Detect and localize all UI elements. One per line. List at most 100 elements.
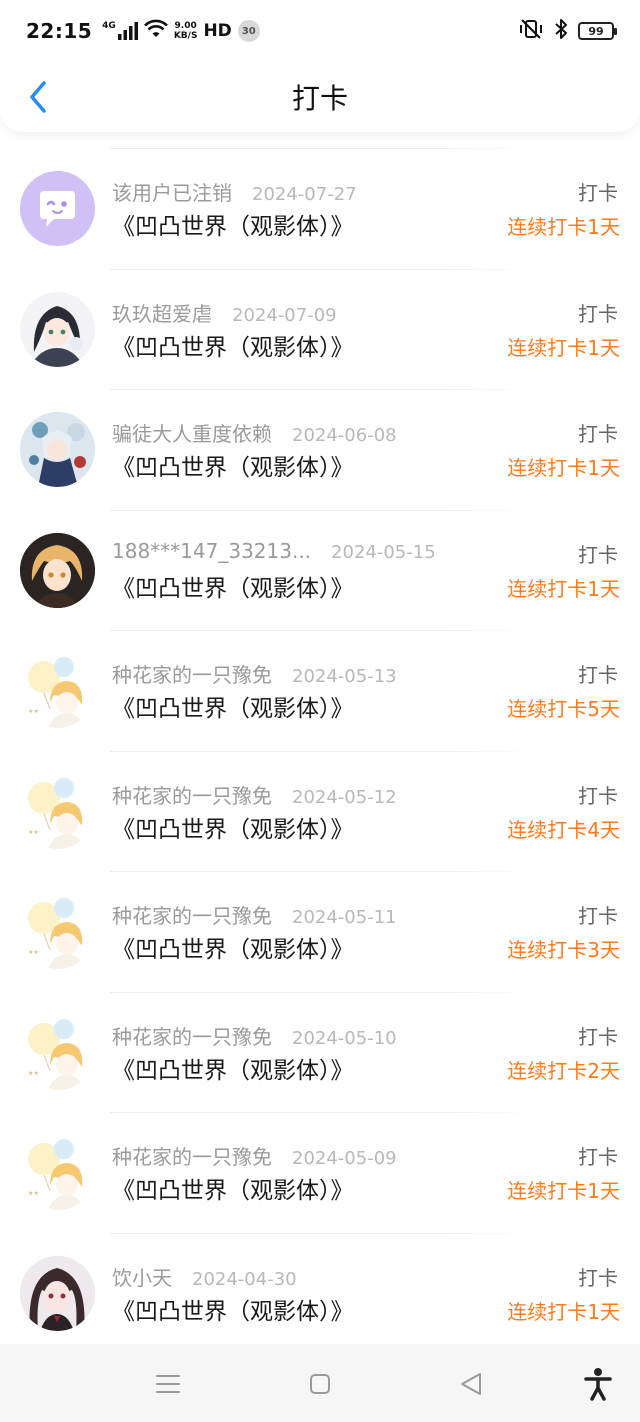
signal-icon: 4G — [102, 22, 138, 40]
status-right: 99 — [518, 18, 617, 44]
user-name[interactable]: 种花家的一只豫免 — [112, 780, 272, 809]
checkin-date: 2024-04-30 — [192, 1268, 297, 1290]
row-meta: 种花家的一只豫免 2024-05-10 — [112, 1021, 397, 1050]
book-title[interactable]: 《凹凸世界（观影体）》 — [112, 207, 354, 241]
checkin-date: 2024-07-09 — [232, 304, 337, 326]
action-label: 打卡 — [578, 1145, 618, 1169]
svg-text:★★: ★★ — [28, 1070, 39, 1077]
book-title[interactable]: 《凹凸世界（观影体）》 — [112, 1171, 354, 1205]
book-title[interactable]: 《凹凸世界（观影体）》 — [112, 810, 354, 844]
back-button[interactable] — [18, 76, 58, 118]
notification-badge: 30 — [237, 20, 260, 42]
user-name[interactable]: 种花家的一只豫免 — [112, 1141, 272, 1170]
checkin-row[interactable]: ★★ 种花家的一只豫免 2024-05-12 《凹凸世界（观影体）》 打卡 连续… — [0, 752, 640, 872]
svg-text:★★: ★★ — [28, 829, 39, 836]
streak-label: 连续打卡1天 — [507, 456, 620, 480]
checkin-row[interactable]: 饮小天 2024-04-30 《凹凸世界（观影体）》 打卡 连续打卡1天 — [0, 1234, 640, 1354]
checkin-date: 2024-05-09 — [292, 1148, 397, 1169]
user-name[interactable]: 骗徒大人重度依赖 — [112, 418, 272, 447]
action-label: 打卡 — [578, 1265, 618, 1290]
action-label: 打卡 — [578, 1024, 618, 1049]
balloon-boy-avatar[interactable]: ★★ — [20, 894, 95, 969]
book-title[interactable]: 《凹凸世界（观影体）》 — [112, 1292, 354, 1326]
balloon-boy-avatar[interactable]: ★★ — [20, 653, 95, 728]
book-title[interactable]: 《凹凸世界（观影体）》 — [112, 569, 354, 603]
action-label: 打卡 — [578, 301, 618, 326]
book-title[interactable]: 《凹凸世界（观影体）》 — [112, 689, 354, 723]
balloon-boy-avatar[interactable]: ★★ — [20, 1135, 95, 1210]
user-name[interactable]: 种花家的一只豫免 — [112, 900, 272, 929]
row-meta: 种花家的一只豫免 2024-05-13 — [112, 659, 397, 688]
checkin-row[interactable]: ★★ 种花家的一只豫免 2024-05-10 《凹凸世界（观影体）》 打卡 连续… — [0, 993, 640, 1113]
checkin-date: 2024-06-08 — [292, 425, 397, 446]
checkin-row[interactable]: 该用户已注销 2024-07-27 《凹凸世界（观影体）》 打卡 连续打卡1天 — [0, 149, 640, 269]
checkin-row[interactable]: 骗徒大人重度依赖 2024-06-08 《凹凸世界（观影体）》 打卡 连续打卡1… — [0, 390, 640, 510]
book-title[interactable]: 《凹凸世界（观影体）》 — [112, 448, 354, 482]
action-label: 打卡 — [578, 542, 618, 567]
header: 打卡 — [0, 62, 640, 132]
dark-hair-girl-avatar[interactable] — [20, 1255, 95, 1331]
speed-unit: KB/S — [173, 31, 198, 41]
checkin-date: 2024-05-12 — [292, 786, 397, 808]
battery-icon: 99 — [578, 22, 617, 40]
row-meta: 种花家的一只豫免 2024-05-12 — [112, 780, 397, 809]
page-title: 打卡 — [291, 82, 348, 115]
user-name[interactable]: 玖玖超爱虐 — [112, 298, 212, 327]
row-meta: 骗徒大人重度依赖 2024-06-08 — [112, 418, 397, 447]
user-name[interactable]: 188***147_33213... — [112, 539, 311, 563]
action-label: 打卡 — [578, 663, 618, 687]
streak-label: 连续打卡2天 — [507, 1058, 620, 1083]
home-button[interactable] — [302, 1366, 338, 1402]
user-name[interactable]: 该用户已注销 — [112, 177, 232, 206]
checkin-date: 2024-05-13 — [292, 666, 397, 687]
user-name[interactable]: 种花家的一只豫免 — [112, 659, 272, 688]
network-speed: 9.00 KB/S — [174, 21, 198, 41]
checkin-row[interactable]: ★★ 种花家的一只豫免 2024-05-09 《凹凸世界（观影体）》 打卡 连续… — [0, 1113, 640, 1233]
svg-text:★★: ★★ — [28, 1190, 39, 1197]
status-time: 22:15 — [26, 19, 93, 43]
checkin-date: 2024-05-15 — [331, 541, 436, 563]
book-title[interactable]: 《凹凸世界（观影体）》 — [112, 1051, 354, 1085]
streak-label: 连续打卡3天 — [507, 938, 620, 962]
balloon-boy-avatar[interactable]: ★★ — [20, 773, 95, 849]
row-meta: 188***147_33213... 2024-05-15 — [112, 539, 436, 563]
anime-character-avatar[interactable] — [20, 412, 95, 487]
user-name[interactable]: 种花家的一只豫免 — [112, 1021, 272, 1050]
user-name[interactable]: 饮小天 — [112, 1262, 172, 1291]
accessibility-button[interactable] — [580, 1366, 616, 1402]
menu-button[interactable] — [150, 1366, 186, 1402]
hd-label: HD — [203, 21, 232, 41]
book-title[interactable]: 《凹凸世界（观影体）》 — [112, 328, 354, 362]
anime-boy-avatar[interactable] — [20, 532, 95, 608]
streak-label: 连续打卡1天 — [507, 335, 620, 360]
action-label: 打卡 — [578, 783, 618, 808]
action-label: 打卡 — [578, 422, 618, 446]
checkin-row[interactable]: ★★ 种花家的一只豫免 2024-05-11 《凹凸世界（观影体）》 打卡 连续… — [0, 872, 640, 992]
speed-value: 9.00 — [174, 21, 197, 31]
checkin-date: 2024-05-10 — [292, 1027, 397, 1049]
home-square-icon — [310, 1374, 330, 1394]
back-nav-button[interactable] — [453, 1366, 489, 1402]
back-triangle-icon — [461, 1373, 481, 1395]
streak-label: 连续打卡5天 — [507, 697, 620, 721]
bluetooth-icon — [554, 18, 568, 44]
svg-text:★★: ★★ — [28, 949, 39, 956]
network-label: 4G — [102, 21, 116, 31]
row-meta: 种花家的一只豫免 2024-05-11 — [112, 900, 397, 929]
chat-bubble-avatar[interactable] — [20, 171, 95, 246]
accessibility-icon — [584, 1368, 612, 1401]
row-meta: 玖玖超爱虐 2024-07-09 — [112, 298, 337, 327]
balloon-boy-avatar[interactable]: ★★ — [20, 1014, 95, 1090]
checkin-row[interactable]: 玖玖超爱虐 2024-07-09 《凹凸世界（观影体）》 打卡 连续打卡1天 — [0, 270, 640, 390]
chevron-left-icon — [30, 81, 46, 113]
checkin-date: 2024-05-11 — [292, 907, 397, 928]
checkin-row[interactable]: ★★ 种花家的一只豫免 2024-05-13 《凹凸世界（观影体）》 打卡 连续… — [0, 631, 640, 751]
svg-text:★★: ★★ — [28, 708, 39, 715]
wifi-icon — [143, 19, 168, 44]
anime-girl-avatar[interactable] — [20, 291, 95, 367]
checkin-row[interactable]: 188***147_33213... 2024-05-15 《凹凸世界（观影体）… — [0, 511, 640, 631]
book-title[interactable]: 《凹凸世界（观影体）》 — [112, 930, 354, 964]
action-label: 打卡 — [578, 904, 618, 928]
system-nav-bar — [0, 1344, 640, 1422]
streak-label: 连续打卡1天 — [507, 215, 620, 239]
